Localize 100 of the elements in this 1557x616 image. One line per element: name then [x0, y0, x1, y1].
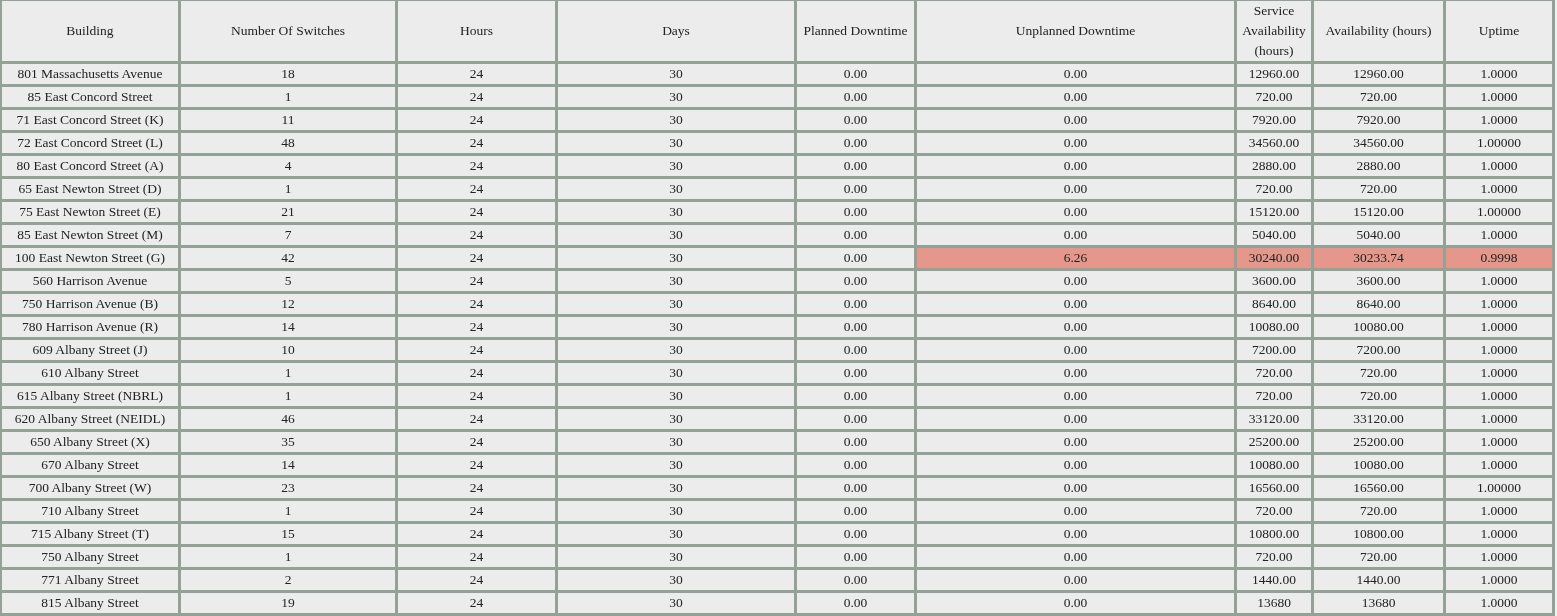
table-cell: 0.00 [797, 64, 914, 84]
table-cell: 10080.00 [1314, 317, 1443, 337]
table-cell: 0.00 [917, 593, 1234, 613]
table-cell: 30 [558, 294, 794, 314]
table-cell: 720.00 [1237, 386, 1311, 406]
table-cell: 24 [398, 110, 555, 130]
table-cell: 801 Massachusetts Avenue [2, 64, 178, 84]
table-cell: 0.00 [797, 478, 914, 498]
table-cell: 35 [181, 432, 395, 452]
table-cell: 0.00 [917, 225, 1234, 245]
table-cell: 30 [558, 64, 794, 84]
table-cell: 30 [558, 524, 794, 544]
table-cell: 1.00000 [1446, 478, 1552, 498]
table-cell: 0.00 [917, 340, 1234, 360]
table-cell: 65 East Newton Street (D) [2, 179, 178, 199]
table-cell: 24 [398, 156, 555, 176]
column-header: Service Availability (hours) [1237, 1, 1311, 61]
table-cell: 24 [398, 179, 555, 199]
table-cell: 1.0000 [1446, 156, 1552, 176]
table-cell: 7 [181, 225, 395, 245]
table-cell: 7200.00 [1314, 340, 1443, 360]
table-cell: 11 [181, 110, 395, 130]
table-cell: 85 East Concord Street [2, 87, 178, 107]
table-cell: 0.00 [797, 547, 914, 567]
table-cell: 1.0000 [1446, 271, 1552, 291]
table-cell: 720.00 [1314, 179, 1443, 199]
table-cell: 0.00 [917, 110, 1234, 130]
table-cell: 30240.00 [1237, 248, 1311, 268]
table-cell: 1 [181, 386, 395, 406]
table-cell: 5 [181, 271, 395, 291]
table-cell: 8640.00 [1314, 294, 1443, 314]
table-cell: 0.00 [797, 202, 914, 222]
table-cell: 0.00 [917, 179, 1234, 199]
table-cell: 0.00 [797, 179, 914, 199]
table-cell: 3600.00 [1237, 271, 1311, 291]
table-cell: 25200.00 [1237, 432, 1311, 452]
column-header: Days [558, 1, 794, 61]
table-cell: 30 [558, 317, 794, 337]
table-cell: 1.0000 [1446, 294, 1552, 314]
table-cell: 1.0000 [1446, 409, 1552, 429]
table-cell: 6.26 [917, 248, 1234, 268]
table-cell: 30 [558, 271, 794, 291]
table-cell: 720.00 [1314, 87, 1443, 107]
table-cell: 0.00 [797, 386, 914, 406]
table-cell: 30 [558, 386, 794, 406]
table-cell: 0.00 [797, 225, 914, 245]
table-cell: 0.00 [797, 432, 914, 452]
table-cell: 30 [558, 432, 794, 452]
table-cell: 0.00 [797, 248, 914, 268]
table-cell: 16560.00 [1314, 478, 1443, 498]
table-cell: 0.00 [917, 133, 1234, 153]
table-cell: 30 [558, 202, 794, 222]
table-cell: 1440.00 [1314, 570, 1443, 590]
table-cell: 2880.00 [1237, 156, 1311, 176]
table-cell: 0.00 [797, 501, 914, 521]
table-cell: 23 [181, 478, 395, 498]
table-cell: 13680 [1314, 593, 1443, 613]
table-cell: 34560.00 [1237, 133, 1311, 153]
table-cell: 720.00 [1237, 547, 1311, 567]
table-cell: 24 [398, 87, 555, 107]
table-cell: 30 [558, 478, 794, 498]
table-cell: 5040.00 [1314, 225, 1443, 245]
table-cell: 1.0000 [1446, 87, 1552, 107]
column-header: Uptime [1446, 1, 1552, 61]
table-cell: 24 [398, 432, 555, 452]
table-cell: 72 East Concord Street (L) [2, 133, 178, 153]
table-cell: 24 [398, 248, 555, 268]
table-cell: 100 East Newton Street (G) [2, 248, 178, 268]
table-cell: 30 [558, 501, 794, 521]
table-cell: 7920.00 [1237, 110, 1311, 130]
table-cell: 610 Albany Street [2, 363, 178, 383]
table-cell: 10800.00 [1237, 524, 1311, 544]
table-cell: 0.00 [797, 110, 914, 130]
table-cell: 14 [181, 317, 395, 337]
table-cell: 0.00 [917, 478, 1234, 498]
table-cell: 1.0000 [1446, 386, 1552, 406]
table-cell: 1.0000 [1446, 179, 1552, 199]
table-cell: 30 [558, 225, 794, 245]
table-cell: 10080.00 [1237, 317, 1311, 337]
table-cell: 650 Albany Street (X) [2, 432, 178, 452]
table-cell: 1.0000 [1446, 363, 1552, 383]
table-cell: 8640.00 [1237, 294, 1311, 314]
table-cell: 24 [398, 225, 555, 245]
table-cell: 30 [558, 156, 794, 176]
table-cell: 25200.00 [1314, 432, 1443, 452]
column-header: Availability (hours) [1314, 1, 1443, 61]
table-cell: 30 [558, 340, 794, 360]
table-cell: 30 [558, 179, 794, 199]
table-cell: 24 [398, 501, 555, 521]
table-cell: 7920.00 [1314, 110, 1443, 130]
table-cell: 85 East Newton Street (M) [2, 225, 178, 245]
table-cell: 30 [558, 455, 794, 475]
table-cell: 30 [558, 110, 794, 130]
table-cell: 1.0000 [1446, 524, 1552, 544]
table-cell: 720.00 [1237, 501, 1311, 521]
table-cell: 1.0000 [1446, 455, 1552, 475]
table-cell: 615 Albany Street (NBRL) [2, 386, 178, 406]
table-cell: 3600.00 [1314, 271, 1443, 291]
table-cell: 750 Harrison Avenue (B) [2, 294, 178, 314]
table-cell: 30 [558, 593, 794, 613]
